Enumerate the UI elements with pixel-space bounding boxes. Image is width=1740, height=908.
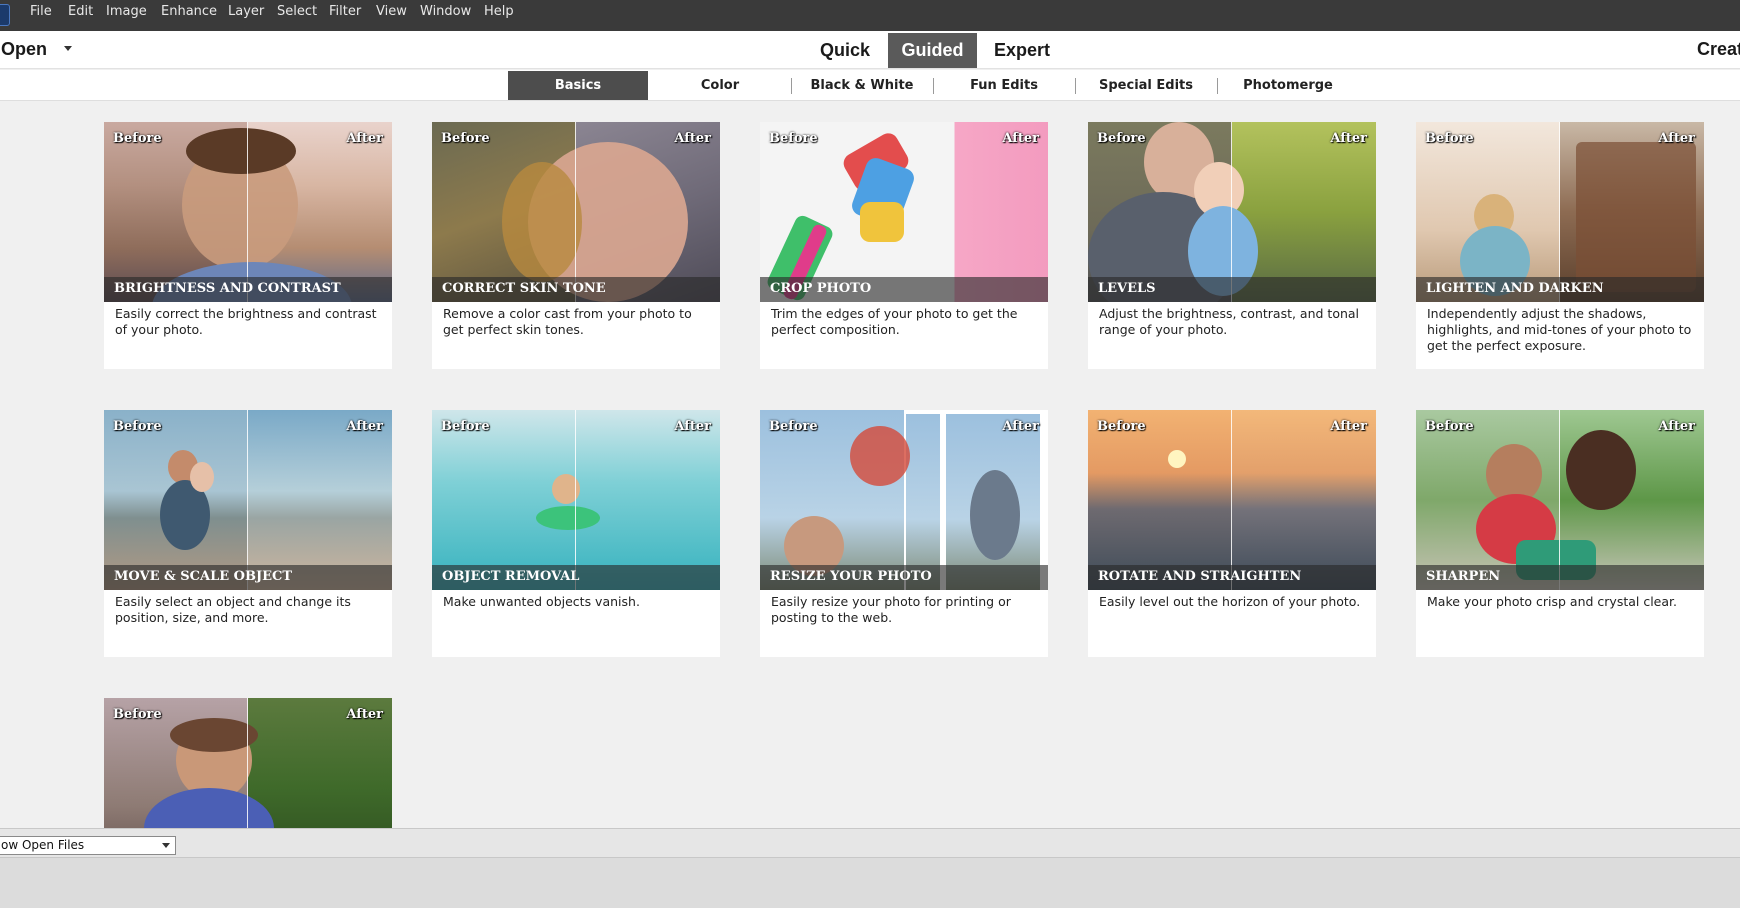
- card-title: CROP PHOTO: [770, 281, 872, 296]
- card-thumbnail: Before After MOVE & SCALE OBJECT: [104, 410, 392, 590]
- after-label: After: [346, 131, 383, 146]
- dropdown-value: ow Open Files: [1, 838, 85, 852]
- card-thumbnail: Before After: [104, 698, 392, 828]
- card-title: ROTATE AND STRAIGHTEN: [1098, 569, 1302, 584]
- menu-bar: File Edit Image Enhance Layer Select Fil…: [0, 0, 1740, 31]
- card-levels[interactable]: Before After LEVELS Adjust the brightnes…: [1088, 122, 1376, 369]
- card-correct-skin-tone[interactable]: Before After CORRECT SKIN TONE Remove a …: [432, 122, 720, 369]
- guided-category-tabs: Basics Color Black & White Fun Edits Spe…: [0, 70, 1740, 101]
- card-sharpen[interactable]: Before After SHARPEN Make your photo cri…: [1416, 410, 1704, 657]
- menu-filter[interactable]: Filter: [329, 0, 361, 31]
- open-button[interactable]: Open: [1, 39, 47, 60]
- open-dropdown-icon[interactable]: [64, 46, 72, 51]
- before-label: Before: [113, 419, 162, 434]
- card-title: OBJECT REMOVAL: [442, 569, 580, 584]
- card-thumbnail: Before After BRIGHTNESS AND CONTRAST: [104, 122, 392, 302]
- card-thumbnail: Before After ROTATE AND STRAIGHTEN: [1088, 410, 1376, 590]
- guided-edits-grid: Before After BRIGHTNESS AND CONTRAST Eas…: [0, 102, 1740, 828]
- card-lighten-darken[interactable]: Before After LIGHTEN AND DARKEN Independ…: [1416, 122, 1704, 369]
- after-label: After: [674, 419, 711, 434]
- before-label: Before: [113, 707, 162, 722]
- card-title: MOVE & SCALE OBJECT: [114, 569, 293, 584]
- card-thumbnail: Before After CORRECT SKIN TONE: [432, 122, 720, 302]
- card-thumbnail: Before After RESIZE YOUR PHOTO: [760, 410, 1048, 590]
- menu-file[interactable]: File: [30, 0, 52, 31]
- menu-layer[interactable]: Layer: [228, 0, 264, 31]
- menu-view[interactable]: View: [376, 0, 407, 31]
- app-logo-icon: [0, 4, 10, 26]
- mode-bar: Open Quick Guided Expert Creat: [0, 31, 1740, 69]
- before-label: Before: [1425, 419, 1474, 434]
- before-label: Before: [441, 131, 490, 146]
- before-label: Before: [441, 419, 490, 434]
- card-move-scale-object[interactable]: Before After MOVE & SCALE OBJECT Easily …: [104, 410, 392, 657]
- after-label: After: [346, 419, 383, 434]
- subtab-special-edits[interactable]: Special Edits: [1076, 71, 1216, 100]
- card-thumbnail: Before After SHARPEN: [1416, 410, 1704, 590]
- before-label: Before: [113, 131, 162, 146]
- after-label: After: [346, 707, 383, 722]
- menu-help[interactable]: Help: [484, 0, 514, 31]
- card-description: Independently adjust the shadows, highli…: [1427, 306, 1692, 353]
- subtab-photomerge[interactable]: Photomerge: [1218, 71, 1358, 100]
- card-description: Make your photo crisp and crystal clear.: [1427, 594, 1677, 609]
- card-title: BRIGHTNESS AND CONTRAST: [114, 281, 341, 296]
- tab-guided[interactable]: Guided: [888, 33, 977, 68]
- card-brightness-contrast[interactable]: Before After BRIGHTNESS AND CONTRAST Eas…: [104, 122, 392, 369]
- after-label: After: [1002, 131, 1039, 146]
- card-description: Easily select an object and change its p…: [115, 594, 351, 625]
- card-title: CORRECT SKIN TONE: [442, 281, 606, 296]
- card-crop-photo[interactable]: Before After CROP PHOTO Trim the edges o…: [760, 122, 1048, 369]
- card-partial[interactable]: Before After: [104, 698, 392, 828]
- after-label: After: [674, 131, 711, 146]
- before-label: Before: [769, 131, 818, 146]
- card-title: LEVELS: [1098, 281, 1156, 296]
- before-label: Before: [1425, 131, 1474, 146]
- card-description: Easily level out the horizon of your pho…: [1099, 594, 1361, 609]
- photo-bin-area: [0, 858, 1740, 908]
- card-thumbnail: Before After LEVELS: [1088, 122, 1376, 302]
- card-rotate-straighten[interactable]: Before After ROTATE AND STRAIGHTEN Easil…: [1088, 410, 1376, 657]
- after-label: After: [1658, 419, 1695, 434]
- menu-select[interactable]: Select: [277, 0, 317, 31]
- card-object-removal[interactable]: Before After OBJECT REMOVAL Make unwante…: [432, 410, 720, 657]
- after-label: After: [1002, 419, 1039, 434]
- menu-window[interactable]: Window: [420, 0, 471, 31]
- card-title: LIGHTEN AND DARKEN: [1426, 281, 1604, 296]
- tab-quick[interactable]: Quick: [810, 33, 880, 68]
- subtab-basics[interactable]: Basics: [508, 71, 648, 100]
- subtab-color[interactable]: Color: [650, 71, 790, 100]
- card-description: Make unwanted objects vanish.: [443, 594, 640, 609]
- chevron-down-icon: [162, 843, 170, 848]
- after-label: After: [1330, 131, 1367, 146]
- show-open-files-dropdown[interactable]: ow Open Files: [0, 836, 176, 855]
- card-thumbnail: Before After LIGHTEN AND DARKEN: [1416, 122, 1704, 302]
- card-description: Easily correct the brightness and contra…: [115, 306, 377, 337]
- card-title: SHARPEN: [1426, 569, 1501, 584]
- card-title: RESIZE YOUR PHOTO: [770, 569, 932, 584]
- photo-bin-bar: ow Open Files: [0, 828, 1740, 858]
- menu-enhance[interactable]: Enhance: [161, 0, 217, 31]
- menu-image[interactable]: Image: [106, 0, 147, 31]
- after-label: After: [1330, 419, 1367, 434]
- subtab-black-white[interactable]: Black & White: [792, 71, 932, 100]
- card-resize-photo[interactable]: Before After RESIZE YOUR PHOTO Easily re…: [760, 410, 1048, 657]
- before-label: Before: [769, 419, 818, 434]
- card-description: Remove a color cast from your photo to g…: [443, 306, 692, 337]
- before-label: Before: [1097, 131, 1146, 146]
- card-thumbnail: Before After CROP PHOTO: [760, 122, 1048, 302]
- tab-expert[interactable]: Expert: [985, 33, 1059, 68]
- card-description: Trim the edges of your photo to get the …: [771, 306, 1018, 337]
- subtab-fun-edits[interactable]: Fun Edits: [934, 71, 1074, 100]
- card-description: Adjust the brightness, contrast, and ton…: [1099, 306, 1360, 337]
- menu-edit[interactable]: Edit: [68, 0, 93, 31]
- card-thumbnail: Before After OBJECT REMOVAL: [432, 410, 720, 590]
- card-description: Easily resize your photo for printing or…: [771, 594, 1011, 625]
- after-label: After: [1658, 131, 1695, 146]
- create-button[interactable]: Creat: [1697, 39, 1740, 60]
- before-label: Before: [1097, 419, 1146, 434]
